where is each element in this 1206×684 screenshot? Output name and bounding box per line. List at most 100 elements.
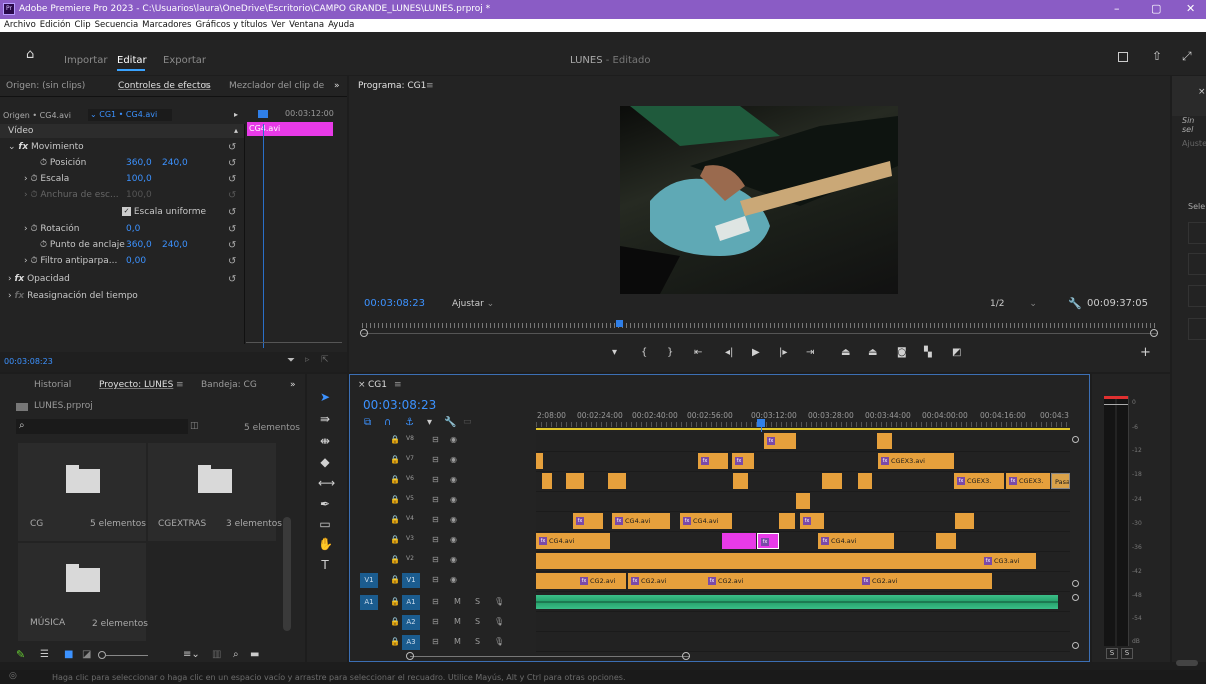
timeline-clip[interactable] [733, 473, 748, 489]
reset-icon[interactable]: ↺ [228, 142, 236, 153]
row-posicion[interactable]: ⏱ Posición 360,0 240,0 ↺ [8, 158, 236, 174]
timeline-clip[interactable]: fx [732, 453, 754, 469]
playhead-marker[interactable] [258, 110, 268, 118]
panel-menu-icon[interactable]: ≡ [176, 380, 184, 390]
minimize-button[interactable]: – [1114, 2, 1120, 15]
lock-icon[interactable]: 🔒 [390, 637, 400, 646]
track-target-a2[interactable]: A2 [402, 615, 420, 630]
timeline-horizontal-scrollbar[interactable] [410, 656, 690, 657]
ec-current-time[interactable]: 00:03:08:23 [4, 357, 53, 366]
anchor-y[interactable]: 240,0 [162, 240, 188, 250]
linked-selection-icon[interactable]: ⚓ [405, 417, 414, 428]
timeline-clip[interactable] [796, 493, 810, 509]
quick-export-icon[interactable] [1118, 52, 1128, 62]
track-lanes[interactable] [536, 432, 1070, 652]
zoom-slider-track[interactable] [106, 655, 148, 656]
timeline-clip[interactable]: fx CG4.avi [818, 533, 894, 549]
right-field-1[interactable] [1188, 222, 1206, 244]
stopwatch-icon[interactable]: ⏱ [30, 224, 37, 234]
solo-right-button[interactable]: S [1121, 648, 1133, 659]
timeline-clip[interactable] [608, 473, 626, 489]
panel-menu-icon[interactable]: ≡ [394, 380, 402, 390]
zoom-handle-left[interactable] [360, 329, 368, 337]
sync-lock-icon[interactable]: ⊟ [432, 617, 439, 626]
row-escala[interactable]: › ⏱ Escala 100,0 ↺ [8, 174, 236, 190]
lock-icon[interactable]: 🔒 [390, 617, 400, 626]
sync-lock-icon[interactable]: ⊟ [432, 637, 439, 646]
sync-lock-icon[interactable]: ⊟ [432, 475, 439, 484]
timeline-clip[interactable] [936, 533, 956, 549]
mark-out-icon[interactable]: } [667, 347, 673, 358]
track-header-v8[interactable]: 🔒 V8 ⊟ ◉ [350, 432, 536, 451]
timeline-clip[interactable]: fx CGEX3.avi [878, 453, 954, 469]
wrench-icon[interactable]: 🔧 [444, 417, 456, 428]
track-header-a3[interactable]: 🔒 A3 ⊟ M S 🎙 [350, 634, 536, 653]
play-only-icon[interactable]: ▹ [305, 355, 310, 365]
captions-icon[interactable]: ▭ [463, 417, 472, 427]
lock-icon[interactable]: 🔒 [390, 455, 400, 464]
hscroll-left-handle[interactable] [406, 652, 414, 660]
timeline-clip[interactable] [542, 473, 552, 489]
sync-lock-icon[interactable]: ⊟ [432, 535, 439, 544]
list-view-icon[interactable]: ☰ [40, 649, 49, 660]
rectangle-tool-icon[interactable]: ▭ [318, 517, 332, 531]
type-tool-icon[interactable]: T [318, 558, 332, 572]
sync-lock-icon[interactable]: ⊟ [432, 575, 439, 584]
menu-secuencia[interactable]: Secuencia [95, 19, 139, 32]
camera-icon[interactable]: ◙ [897, 347, 907, 358]
tab-mezclador[interactable]: Mezclador del clip de [229, 81, 324, 91]
export-frame-icon[interactable]: ⇱ [321, 355, 329, 365]
reset-icon[interactable]: ↺ [228, 224, 236, 235]
position-x[interactable]: 360,0 [126, 158, 152, 168]
hand-tool-icon[interactable]: ✋ [318, 537, 333, 551]
solo-button[interactable]: S [475, 617, 480, 626]
panel-menu-icon[interactable]: ≡ [426, 81, 434, 91]
flicker-value[interactable]: 0,00 [126, 256, 146, 266]
new-bin-icon[interactable]: ▬ [250, 649, 259, 660]
tab-origen[interactable]: Origen: (sin clips) [6, 81, 85, 91]
close-button[interactable]: ✕ [1186, 2, 1195, 15]
track-header-v2[interactable]: 🔒 V2 ⊟ ◉ [350, 552, 536, 571]
rotation-value[interactable]: 0,0 [126, 224, 140, 234]
right-scroll[interactable] [1176, 660, 1198, 666]
go-to-out-icon[interactable]: ⇥ [806, 347, 814, 358]
tab-historial[interactable]: Historial [34, 380, 71, 390]
track-header-v4[interactable]: 🔒 V4 ⊟ ◉ [350, 512, 536, 531]
more-tabs-icon[interactable]: » [290, 380, 296, 390]
stopwatch-icon[interactable]: ⏱ [30, 256, 37, 266]
close-icon[interactable]: × [1198, 87, 1206, 97]
timeline-clip[interactable] [536, 453, 543, 469]
sort-icon[interactable]: ≡⌄ [183, 649, 200, 660]
menu-marcadores[interactable]: Marcadores [142, 19, 191, 32]
row-opacidad[interactable]: › fx Opacidad ↺ [8, 274, 236, 290]
tab-controles-efectos[interactable]: Controles de efectos [118, 81, 211, 91]
chevron-right-icon[interactable]: › [24, 256, 28, 266]
reset-icon[interactable]: ↺ [228, 240, 236, 251]
timeline-clip[interactable] [877, 433, 892, 449]
solo-button[interactable]: S [475, 597, 480, 606]
mute-button[interactable]: M [454, 617, 461, 626]
add-marker-icon[interactable]: ▾ [612, 347, 617, 358]
ec-sequence-select[interactable]: ⌄ CG1 • CG4.avi [88, 109, 172, 121]
snap-icon[interactable]: ∩ [384, 417, 391, 428]
track-header-v3[interactable]: 🔒 V3 ⊟ ◉ [350, 532, 536, 551]
play-icon[interactable]: ▶ [752, 347, 760, 358]
source-patch-a1[interactable]: A1 [360, 595, 378, 610]
track-scroll-handle[interactable] [1072, 642, 1079, 649]
timeline-clip-selected[interactable]: fx [757, 533, 779, 549]
eye-icon[interactable]: ◉ [450, 475, 457, 484]
row-rotacion[interactable]: › ⏱ Rotación 0,0 ↺ [8, 224, 236, 240]
eye-icon[interactable]: ◉ [450, 575, 457, 584]
work-area-bar[interactable] [536, 428, 1070, 430]
track-scroll-handle[interactable] [1072, 594, 1079, 601]
lock-icon[interactable]: 🔒 [390, 495, 400, 504]
collapse-arrow-icon[interactable]: ▴ [234, 126, 238, 135]
eye-icon[interactable]: ◉ [450, 535, 457, 544]
home-icon[interactable]: ⌂ [26, 47, 34, 62]
zoom-slider-handle[interactable] [98, 651, 106, 659]
timeline-clip[interactable]: fx CGEX3. [954, 473, 1004, 489]
sync-lock-icon[interactable]: ⊟ [432, 555, 439, 564]
panel-menu-icon[interactable]: ≡ [203, 81, 211, 91]
timeline-clip[interactable]: fx CG2.avi [628, 573, 680, 589]
lock-icon[interactable]: 🔒 [390, 597, 400, 606]
